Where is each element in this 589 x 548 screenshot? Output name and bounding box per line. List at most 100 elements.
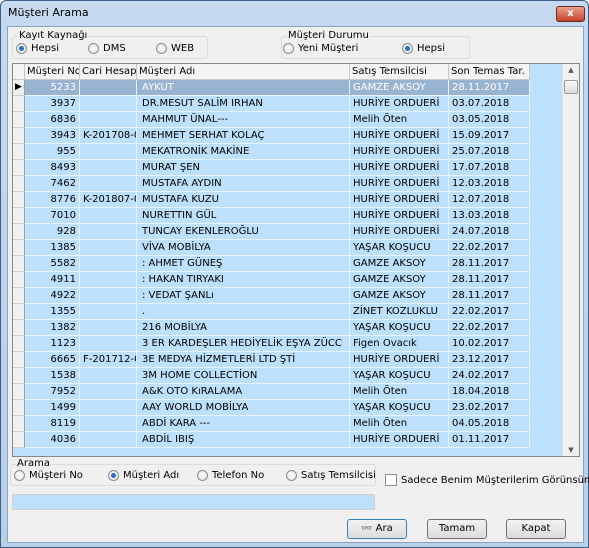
table-row[interactable]: 1499 AAY WORLD MOBİLYA YAŞAR KOŞUCU 23.02.2…: [13, 400, 530, 416]
radio-durum-yeni[interactable]: Yeni Müşteri: [283, 43, 358, 54]
cell-cari-hesap: [80, 160, 137, 176]
cell-satis-temsilcisi: HURİYE ORDUERİ: [350, 128, 449, 144]
row-indicator[interactable]: [13, 336, 25, 352]
row-indicator[interactable]: [13, 256, 25, 272]
close-dialog-button[interactable]: Kapat: [506, 519, 566, 539]
scroll-down-icon[interactable]: ▼: [563, 446, 579, 454]
radio-icon: [402, 43, 413, 54]
cell-cari-hesap: [80, 272, 137, 288]
cell-musteri-adi: MEKATRONİK MAKİNE: [137, 144, 350, 160]
radio-durum-hepsi[interactable]: Hepsi: [402, 43, 445, 54]
table-row[interactable]: 928 TUNCAY EKENLEROĞLU HURİYE ORDUERİ 24.07…: [13, 224, 530, 240]
radio-label: Müşteri Adı: [123, 470, 180, 481]
row-indicator[interactable]: [13, 432, 25, 448]
search-button-label: Ara: [375, 523, 393, 534]
row-indicator[interactable]: [13, 304, 25, 320]
radio-kaynak-dms[interactable]: DMS: [88, 43, 126, 54]
header-musteri-no[interactable]: Müşteri No: [25, 64, 80, 80]
cell-musteri-no: 3943: [25, 128, 80, 144]
row-indicator[interactable]: [13, 368, 25, 384]
cell-cari-hesap: [80, 176, 137, 192]
row-indicator[interactable]: [13, 272, 25, 288]
table-row[interactable]: 4911: HAKAN TIRYAKI GAMZE AKSOY 28.11.2017: [13, 272, 530, 288]
cell-musteri-no: 5582: [25, 256, 80, 272]
cell-musteri-no: 5233: [25, 80, 80, 96]
row-indicator[interactable]: [13, 320, 25, 336]
cell-satis-temsilcisi: GAMZE AKSOY: [350, 80, 449, 96]
header-son-temas[interactable]: Son Temas Tar.: [449, 64, 530, 80]
table-row[interactable]: 3943 K-201708-0 MEHMET SERHAT KOLAÇ HURİYE …: [13, 128, 530, 144]
row-indicator[interactable]: [13, 224, 25, 240]
cell-musteri-adi: TUNCAY EKENLEROĞLU: [137, 224, 350, 240]
row-indicator[interactable]: [13, 288, 25, 304]
close-button[interactable]: x: [556, 6, 585, 22]
table-row[interactable]: 8119 ABDİ KARA --- Melih Öten 04.05.2018: [13, 416, 530, 432]
table-row[interactable]: 6836 MAHMUT ÜNAL--- Melih Öten 03.05.2018: [13, 112, 530, 128]
scroll-up-icon[interactable]: ▲: [563, 66, 579, 74]
table-row[interactable]: 6665 F-201712-0 3E MEDYA HİZMETLERİ LTD ŞT…: [13, 352, 530, 368]
radio-arama-satis-temsilcisi[interactable]: Satış Temsilcisi: [286, 470, 376, 481]
table-row[interactable]: 7462 MUSTAFA AYDIN HURİYE ORDUERİ 12.03.201…: [13, 176, 530, 192]
row-indicator[interactable]: [13, 192, 25, 208]
radio-arama-musteri-adi[interactable]: Müşteri Adı: [108, 470, 179, 481]
table-row[interactable]: 1538 3M HOME COLLECTİON YAŞAR KOŞUCU 24.02.…: [13, 368, 530, 384]
row-indicator[interactable]: [13, 144, 25, 160]
table-row[interactable]: 4036 ABDİL IBIŞ HURİYE ORDUERİ 01.11.2017: [13, 432, 530, 448]
row-indicator[interactable]: [13, 384, 25, 400]
row-indicator[interactable]: [13, 416, 25, 432]
radio-kaynak-web[interactable]: WEB: [156, 43, 194, 54]
row-indicator[interactable]: [13, 240, 25, 256]
table-row[interactable]: 8776 K-201807-0 MUSTAFA KUZU HURİYE ORDUERİ…: [13, 192, 530, 208]
table-row[interactable]: 4922: VEDAT ŞANLı GAMZE AKSOY 28.11.2017: [13, 288, 530, 304]
cell-musteri-adi: : AHMET GÜNEŞ: [137, 256, 350, 272]
table-row[interactable]: 3937 DR.MESUT SALİM IRHAN HURİYE ORDUERİ 03…: [13, 96, 530, 112]
search-input[interactable]: [12, 494, 375, 510]
radio-label: Hepsi: [417, 43, 446, 54]
header-indicator: [13, 64, 25, 80]
cell-son-temas: 24.02.2017: [449, 368, 530, 384]
row-indicator[interactable]: [13, 176, 25, 192]
header-satis-temsilcisi[interactable]: Satış Temsilcisi: [350, 64, 449, 80]
table-row[interactable]: 1123 3 ER KARDEŞLER HEDİYELİK EŞYA ZÜCC Fi…: [13, 336, 530, 352]
cell-son-temas: 03.05.2018: [449, 112, 530, 128]
cell-musteri-no: 1123: [25, 336, 80, 352]
radio-kaynak-hepsi[interactable]: Hepsi: [16, 43, 59, 54]
customer-grid[interactable]: Müşteri No Cari Hesap Müşteri Adı Satış …: [12, 63, 580, 457]
row-pointer-icon[interactable]: ▶: [13, 80, 25, 96]
table-row[interactable]: 5582: AHMET GÜNEŞ GAMZE AKSOY 28.11.2017: [13, 256, 530, 272]
radio-arama-telefon[interactable]: Telefon No: [197, 470, 264, 481]
row-indicator[interactable]: [13, 208, 25, 224]
table-row[interactable]: 1385 VİVA MOBİLYA YAŞAR KOŞUCU 22.02.2017: [13, 240, 530, 256]
scroll-thumb[interactable]: [564, 80, 578, 94]
table-row[interactable]: 955 MEKATRONİK MAKİNE HURİYE ORDUERİ 25.07.…: [13, 144, 530, 160]
cell-musteri-no: 1382: [25, 320, 80, 336]
ok-button[interactable]: Tamam: [427, 519, 487, 539]
header-musteri-adi[interactable]: Müşteri Adı: [137, 64, 350, 80]
table-row[interactable]: 8493 MURAT ŞEN HURİYE ORDUERİ 17.07.2018: [13, 160, 530, 176]
cell-satis-temsilcisi: HURİYE ORDUERİ: [350, 432, 449, 448]
row-indicator[interactable]: [13, 128, 25, 144]
cell-musteri-adi: ABDİL IBIŞ: [137, 432, 350, 448]
row-indicator[interactable]: [13, 112, 25, 128]
row-indicator[interactable]: [13, 352, 25, 368]
table-row[interactable]: 1355. ZİNET KOZLUKLU 22.02.2017: [13, 304, 530, 320]
search-button[interactable]: 👓 Ara: [347, 519, 407, 539]
cell-musteri-no: 4922: [25, 288, 80, 304]
only-mine-checkbox[interactable]: Sadece Benim Müşterilerim Görünsün: [385, 474, 589, 486]
cell-musteri-adi: .: [137, 304, 350, 320]
vertical-scrollbar[interactable]: ▲ ▼: [562, 64, 579, 456]
radio-icon: [16, 43, 27, 54]
row-indicator[interactable]: [13, 400, 25, 416]
radio-arama-musteri-no[interactable]: Müşteri No: [14, 470, 83, 481]
cell-cari-hesap: [80, 432, 137, 448]
row-indicator[interactable]: [13, 96, 25, 112]
cell-satis-temsilcisi: YAŞAR KOŞUCU: [350, 320, 449, 336]
cell-musteri-adi: 3M HOME COLLECTİON: [137, 368, 350, 384]
cell-musteri-no: 7462: [25, 176, 80, 192]
table-row[interactable]: 7010 NURETTIN GÜL HURİYE ORDUERİ 13.03.2018: [13, 208, 530, 224]
table-row[interactable]: ▶ 5233 AYKUT GAMZE AKSOY 28.11.2017: [13, 80, 530, 96]
table-row[interactable]: 7952 A&K OTO KıRALAMA Melih Öten 18.04.2018: [13, 384, 530, 400]
header-cari-hesap[interactable]: Cari Hesap: [80, 64, 137, 80]
table-row[interactable]: 1382 216 MOBİLYA YAŞAR KOŞUCU 22.02.2017: [13, 320, 530, 336]
row-indicator[interactable]: [13, 160, 25, 176]
